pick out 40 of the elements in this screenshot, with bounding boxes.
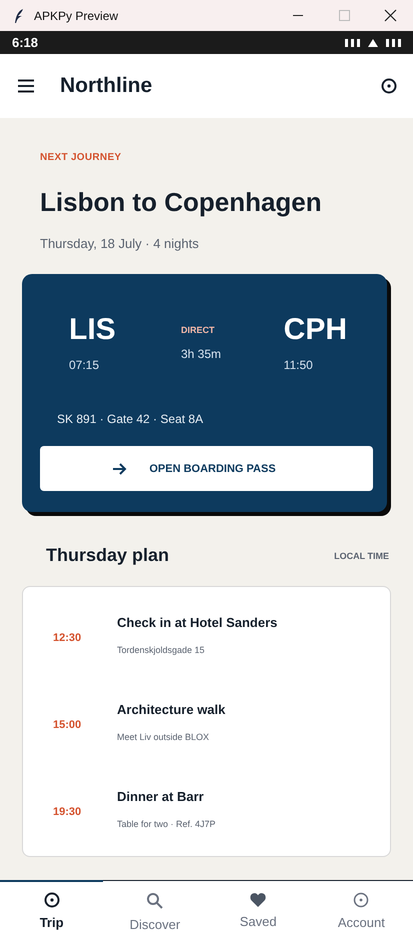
event-time: 15:00 xyxy=(52,718,82,733)
time-zone-label: LOCAL TIME xyxy=(334,550,389,560)
flight-duration: 3h 35m xyxy=(181,347,222,361)
journey-title: Lisbon to Copenhagen xyxy=(40,187,323,218)
airport-code: CPH xyxy=(284,312,347,348)
app-title: Northline xyxy=(60,74,152,98)
nav-tab[interactable]: Account xyxy=(310,880,413,946)
flight-details: SK 891 · Gate 42 · Seat 8A xyxy=(57,412,204,426)
feather-icon xyxy=(14,8,24,24)
boarding-pass-button[interactable]: OPEN BOARDING PASS xyxy=(40,446,373,491)
nav-tab[interactable]: Trip xyxy=(0,880,104,946)
event-title: Dinner at Barr xyxy=(117,789,205,804)
event-time: 12:30 xyxy=(52,631,82,646)
nav-tab[interactable]: Saved xyxy=(206,880,310,946)
signal-icon xyxy=(345,38,360,46)
arrival-time: 11:50 xyxy=(284,358,314,372)
heart-icon xyxy=(250,892,266,907)
event-detail: Tordenskjoldsgade 15 xyxy=(117,645,206,655)
departure-time: 07:15 xyxy=(69,358,100,372)
wifi-icon xyxy=(368,38,378,46)
arrow-icon xyxy=(113,462,128,474)
airport-code: LIS xyxy=(69,312,117,348)
search-icon xyxy=(146,892,164,910)
journey-subtitle: Thursday, 18 July · 4 nights xyxy=(40,236,200,251)
target-icon xyxy=(353,892,370,908)
event-detail: Table for two · Ref. 4J7P xyxy=(117,819,216,829)
eyebrow-label: NEXT JOURNEY xyxy=(40,152,122,163)
event-title: Check in at Hotel Sanders xyxy=(117,615,278,630)
event-title: Architecture walk xyxy=(117,702,226,717)
event-detail: Meet Liv outside BLOX xyxy=(117,732,210,742)
window-title: APKPy Preview xyxy=(34,8,118,22)
section-title: Thursday plan xyxy=(46,545,170,566)
menu-button[interactable] xyxy=(18,79,34,93)
nav-tab[interactable]: Discover xyxy=(103,880,206,946)
battery-icon xyxy=(386,38,401,46)
status-time: 6:18 xyxy=(12,35,38,50)
target-icon xyxy=(44,892,60,908)
route-label: DIRECT xyxy=(181,325,216,335)
target-icon[interactable] xyxy=(381,78,397,94)
event-time: 19:30 xyxy=(52,805,82,820)
